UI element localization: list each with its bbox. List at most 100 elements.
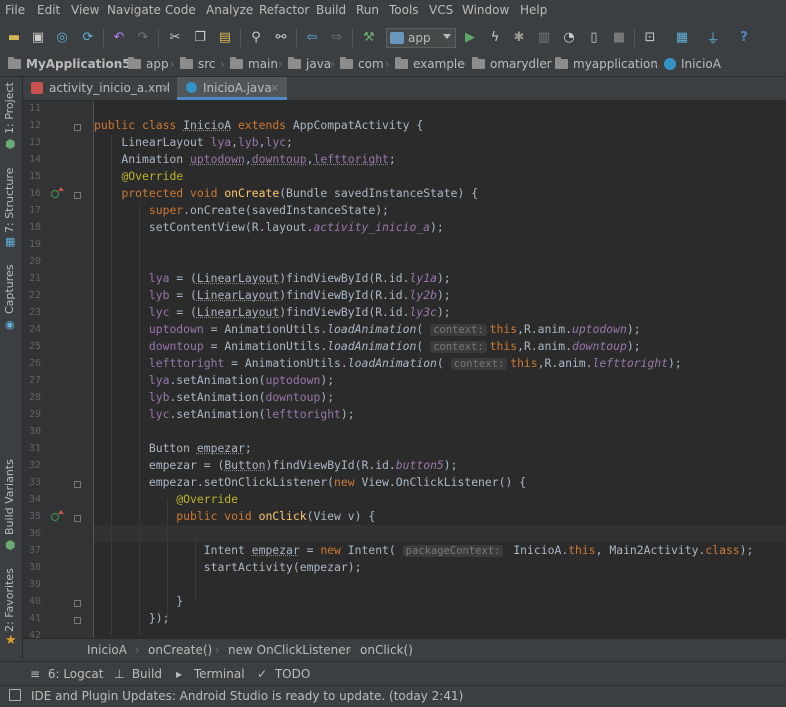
logcat-tool-button[interactable]: ≡ 6: Logcat [30,667,103,681]
breadcrumb-com[interactable]: com [340,57,384,71]
editor-tabs: activity_inicio_a.xml × InicioA.java × [23,77,786,101]
menu-navigate[interactable]: Navigate [107,3,161,17]
menu-build[interactable]: Build [316,3,346,17]
breadcrumb-omarydler[interactable]: omarydler [472,57,552,71]
tab-inicioa-java[interactable]: InicioA.java × [177,77,287,100]
breadcrumb-project[interactable]: MyApplication5 [8,57,131,71]
code-line: @Override [121,169,184,183]
line-number: 11 [28,103,41,114]
folder-icon [288,57,301,69]
cut-icon[interactable]: ✂ [166,28,184,46]
structure-icon: ▦ [5,235,16,248]
project-structure-icon[interactable]: ▦ [673,28,691,46]
breadcrumb-app[interactable]: app [128,57,169,71]
build-variants-tool-tab[interactable]: Build Variants [3,459,16,535]
code-line: lyc.setAnimation(lefttoright); [148,407,355,421]
forward-icon[interactable]: ⇨ [328,28,346,46]
run-icon[interactable]: ▶ [461,28,479,46]
code-line: lyb = (LinearLayout)findViewById(R.id.ly… [148,288,451,302]
menu-edit[interactable]: Edit [37,3,60,17]
crumb-method[interactable]: onCreate() [148,643,212,657]
main-toolbar: ▬ ▣ ◎ ⟳ ↶ ↷ ✂ ❐ ▤ ⚲ ⚯ ⇦ ⇨ ⚒ app ▶ ϟ ✱ ▥ … [0,22,786,55]
code-line: empezar.setOnClickListener(new View.OnCl… [94,475,527,489]
breadcrumb-example[interactable]: example [395,57,465,71]
line-number: 34 [28,494,41,505]
terminal-tool-button[interactable]: ▸ Terminal [176,667,245,681]
menu-analyze[interactable]: Analyze [206,3,253,17]
apply-changes-icon[interactable]: ϟ [486,28,504,46]
menu-window[interactable]: Window [462,3,509,17]
close-icon[interactable]: × [270,81,279,94]
device-manager-icon[interactable]: ⏚ [704,28,722,47]
status-message[interactable]: IDE and Plugin Updates: Android Studio i… [31,689,463,703]
menu-vcs[interactable]: VCS [429,3,453,17]
breadcrumb-main[interactable]: main [230,57,278,71]
toggle-tool-windows-icon[interactable] [9,689,21,701]
fold-marker-icon[interactable] [74,124,81,131]
terminal-label: Terminal [193,667,245,681]
menu-help[interactable]: Help [520,3,547,17]
breadcrumb: MyApplication5 › app › src › main › java… [0,54,786,77]
open-icon[interactable]: ▬ [5,28,23,46]
save-icon[interactable]: ▣ [29,28,47,46]
make-icon[interactable]: ⚒ [360,28,378,46]
breadcrumb-src[interactable]: src [180,57,216,71]
breadcrumb-inicioa[interactable]: InicioA [664,57,721,71]
profile-icon[interactable]: ▥ [535,28,553,46]
tab-activity-xml[interactable]: activity_inicio_a.xml × [23,77,175,100]
fold-marker-icon[interactable] [74,617,81,624]
line-number: 38 [28,562,41,573]
structure-tool-tab[interactable]: 7: Structure [3,168,16,233]
code-line: LinearLayout lya,lyb,lyc; [94,135,293,149]
left-tool-strip: 1: Project ⬢ 7: Structure ▦ Captures ◉ B… [0,77,23,659]
line-number: 15 [28,171,41,182]
override-marker-icon[interactable] [51,510,64,521]
crumb-listener[interactable]: new OnClickListener [228,643,351,657]
menu-code[interactable]: Code [165,3,196,17]
project-tool-tab[interactable]: 1: Project [3,82,16,134]
favorites-tool-tab[interactable]: 2: Favorites [3,568,16,632]
find-icon[interactable]: ⚲ [247,28,265,46]
code-editor[interactable]: public class InicioA extends AppCompatAc… [94,101,786,638]
override-marker-icon[interactable] [51,187,64,198]
run-config-select[interactable]: app [386,28,456,48]
code-line: @Override [176,492,239,506]
stop-icon[interactable]: ■ [610,28,628,46]
logcat-label: 6: Logcat [47,667,104,681]
captures-tool-tab[interactable]: Captures [3,265,16,314]
fold-marker-icon[interactable] [74,481,81,488]
breadcrumb-myapplication[interactable]: myapplication [555,57,658,71]
sdk-manager-icon[interactable]: ⊡ [641,28,659,46]
close-icon[interactable]: × [161,81,170,94]
menu-run[interactable]: Run [356,3,379,17]
copy-icon[interactable]: ❐ [191,28,209,46]
attach-debugger-icon[interactable]: ◔ [560,28,578,46]
sync-icon[interactable]: ◎ [53,28,71,46]
back-icon[interactable]: ⇦ [303,28,321,46]
build-tool-button[interactable]: ⊥ Build [114,667,162,681]
redo-icon[interactable]: ↷ [134,28,152,46]
line-number: 26 [28,358,41,369]
menu-view[interactable]: View [71,3,99,17]
paste-icon[interactable]: ▤ [216,28,234,46]
device-icon[interactable]: ▯ [585,28,603,46]
menu-file[interactable]: File [5,3,25,17]
replace-icon[interactable]: ⚯ [272,28,290,46]
code-line: protected void onCreate(Bundle savedInst… [121,186,479,200]
breadcrumb-java[interactable]: java [288,57,331,71]
todo-tool-button[interactable]: ✓ TODO [257,667,310,681]
menu-refactor[interactable]: Refactor [259,3,309,17]
undo-icon[interactable]: ↶ [110,28,128,46]
fold-marker-icon[interactable] [74,192,81,199]
help-icon[interactable]: ? [735,28,753,46]
crumb-class[interactable]: InicioA [87,643,127,657]
line-number: 14 [28,154,41,165]
fold-marker-icon[interactable] [74,600,81,607]
refresh-icon[interactable]: ⟳ [79,28,97,46]
line-number: 17 [28,205,41,216]
debug-icon[interactable]: ✱ [510,28,528,46]
fold-marker-icon[interactable] [74,515,81,522]
crumb-onclick[interactable]: onClick() [360,643,413,657]
line-number: 21 [28,273,41,284]
menu-tools[interactable]: Tools [389,3,419,17]
